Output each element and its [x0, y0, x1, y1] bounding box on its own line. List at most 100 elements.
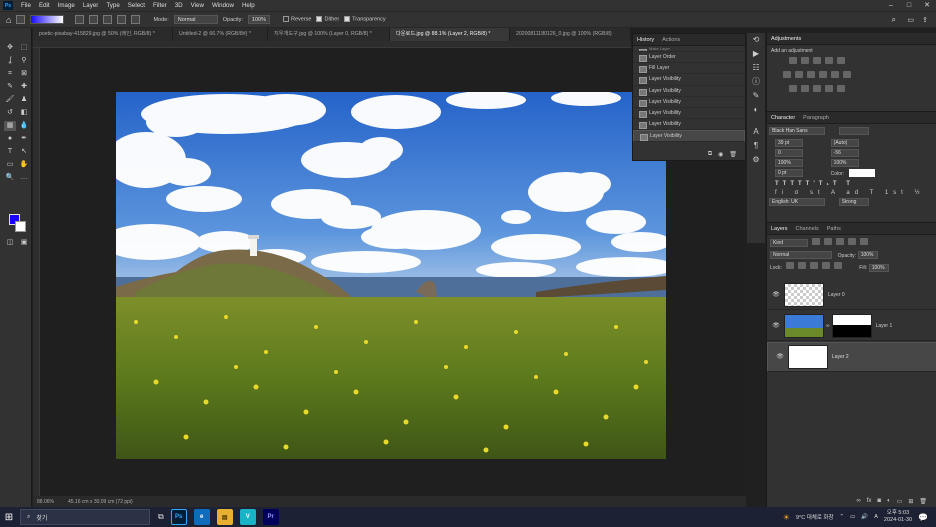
- lock-artboard-icon[interactable]: [821, 262, 830, 270]
- tool-preset-picker[interactable]: [16, 15, 26, 24]
- close-icon[interactable]: ✕: [918, 0, 936, 11]
- frame-tool-icon[interactable]: ⊠: [18, 69, 30, 79]
- font-size-input[interactable]: 39 pt: [775, 139, 803, 147]
- kerning-input[interactable]: 0: [775, 149, 803, 157]
- path-select-icon[interactable]: ↖: [18, 147, 30, 157]
- brush-tool-icon[interactable]: 🖌: [4, 95, 16, 105]
- tab-document-5[interactable]: 20200811180126_0.jpg @ 100% (RGB/8): [510, 28, 631, 41]
- layer-row-selected[interactable]: 👁 Layer 2: [767, 342, 936, 372]
- reverse-option[interactable]: Reverse: [283, 16, 311, 23]
- vertical-scale-input[interactable]: 100%: [775, 159, 803, 167]
- move-tool-icon[interactable]: ✥: [4, 43, 16, 53]
- tab-document-4[interactable]: 다운로드.jpg @ 88.1% (Layer 2, RGB/8) *: [390, 28, 510, 41]
- history-item[interactable]: Layer Order: [633, 52, 745, 64]
- app-v-icon[interactable]: V: [239, 509, 256, 525]
- layer-row[interactable]: 👁 ∞ Layer 1: [767, 311, 936, 341]
- horizontal-scale-input[interactable]: 100%: [830, 159, 859, 167]
- vertical-ruler[interactable]: [33, 48, 40, 496]
- tab-channels[interactable]: Channels: [796, 226, 819, 232]
- gradient-tool-icon[interactable]: ▦: [4, 121, 16, 131]
- layer-row[interactable]: 👁 Layer 0: [767, 280, 936, 310]
- file-explorer-icon[interactable]: ▤: [216, 509, 233, 525]
- bw-icon[interactable]: [807, 71, 815, 78]
- type-tool-icon[interactable]: T: [4, 147, 16, 157]
- blend-mode-select[interactable]: Normal: [770, 251, 832, 260]
- antialias-select[interactable]: Strong: [838, 198, 869, 206]
- smart-filter-icon[interactable]: [859, 238, 868, 245]
- reverse-checkbox[interactable]: [283, 16, 289, 23]
- font-family-select[interactable]: Black Han Sans: [769, 127, 825, 135]
- document-image[interactable]: [116, 92, 666, 459]
- link-layers-icon[interactable]: ∞: [856, 498, 860, 504]
- eraser-tool-icon[interactable]: ◧: [18, 108, 30, 118]
- lock-position-icon[interactable]: [809, 262, 818, 270]
- layer-kind-filter[interactable]: Kind: [770, 239, 808, 248]
- document-size[interactable]: 45.16 cm x 30.09 cm (72 ppi): [68, 499, 133, 505]
- curves-icon[interactable]: [813, 57, 821, 64]
- tab-paragraph[interactable]: Paragraph: [803, 115, 829, 121]
- screen-mode-icon[interactable]: ▣: [18, 238, 30, 248]
- layer-name[interactable]: Layer 2: [832, 353, 849, 361]
- menu-window[interactable]: Window: [208, 2, 238, 9]
- menu-3d[interactable]: 3D: [171, 2, 187, 9]
- history-item[interactable]: Layer Visibility: [633, 97, 745, 108]
- tab-document-2[interactable]: Untitled-2 @ 66.7% (RGB/8#) *: [173, 28, 268, 41]
- history-item[interactable]: Fill Layer: [633, 63, 745, 75]
- delete-layer-icon[interactable]: 🗑: [919, 498, 927, 505]
- zoom-level[interactable]: 88.06%: [37, 499, 54, 505]
- tab-adjustments[interactable]: Adjustments: [771, 36, 801, 42]
- layer-name[interactable]: Layer 1: [876, 323, 893, 329]
- menu-file[interactable]: File: [17, 2, 35, 9]
- dodge-tool-icon[interactable]: ●: [4, 134, 16, 144]
- eye-icon[interactable]: 👁: [771, 291, 781, 298]
- volume-icon[interactable]: 🔊: [861, 514, 868, 520]
- new-group-icon[interactable]: ▭: [897, 498, 903, 505]
- tab-paths[interactable]: Paths: [827, 226, 841, 232]
- shape-tool-icon[interactable]: ▭: [4, 160, 16, 170]
- home-icon[interactable]: ⌂: [6, 15, 11, 25]
- brush-panel-icon[interactable]: ✎: [747, 89, 765, 103]
- hand-tool-icon[interactable]: ✋: [18, 160, 30, 170]
- tab-character[interactable]: Character: [771, 115, 795, 121]
- layer-opacity-input[interactable]: 100%: [857, 251, 878, 260]
- photoshop-taskbar-icon[interactable]: Ps: [170, 509, 187, 525]
- layer-name[interactable]: Layer 0: [828, 292, 845, 298]
- menu-help[interactable]: Help: [238, 2, 259, 9]
- workspace-icon[interactable]: ▭: [907, 16, 914, 24]
- language-select[interactable]: English: UK: [769, 198, 825, 206]
- more-tools-icon[interactable]: …: [18, 173, 30, 183]
- layer-mask-thumbnail[interactable]: [831, 313, 872, 338]
- radial-gradient-icon[interactable]: [89, 15, 99, 24]
- character-panel-icon[interactable]: A: [747, 125, 765, 139]
- search-icon[interactable]: ⌕: [892, 15, 896, 25]
- menu-type[interactable]: Type: [102, 2, 123, 9]
- tab-actions[interactable]: Actions: [662, 37, 680, 43]
- text-style-buttons[interactable]: TTTTT'T₁T T: [767, 178, 936, 190]
- type-filter-icon[interactable]: [835, 238, 844, 245]
- levels-icon[interactable]: [801, 57, 809, 64]
- history-item[interactable]: Layer Visibility: [633, 74, 745, 86]
- adjust-filter-icon[interactable]: [823, 238, 832, 245]
- new-adjustment-icon[interactable]: ◐: [887, 498, 891, 504]
- posterize-icon[interactable]: [801, 85, 809, 92]
- share-icon[interactable]: ⇪: [922, 16, 928, 24]
- new-document-from-state-icon[interactable]: ⧉: [708, 151, 712, 158]
- diamond-gradient-icon[interactable]: [131, 15, 141, 24]
- eyedropper-tool-icon[interactable]: ✎: [4, 82, 16, 92]
- tracking-input[interactable]: -56: [830, 149, 859, 157]
- lock-image-icon[interactable]: [797, 262, 806, 270]
- adjust-panel-icon[interactable]: ◐: [747, 103, 765, 117]
- trash-icon[interactable]: 🗑: [729, 151, 737, 158]
- tab-history[interactable]: History: [637, 37, 654, 43]
- stamp-tool-icon[interactable]: ♟: [18, 95, 30, 105]
- history-brush-icon[interactable]: ↺: [4, 108, 16, 118]
- actions-panel-icon[interactable]: ▶: [747, 47, 765, 61]
- dither-checkbox[interactable]: [316, 16, 323, 23]
- background-color-swatch[interactable]: [15, 221, 26, 232]
- threshold-icon[interactable]: [813, 85, 821, 92]
- hue-sat-icon[interactable]: [783, 71, 791, 78]
- tray-chevron-icon[interactable]: ⌃: [840, 514, 845, 520]
- menu-filter[interactable]: Filter: [149, 2, 171, 9]
- reflected-gradient-icon[interactable]: [117, 15, 127, 24]
- maximize-icon[interactable]: □: [900, 0, 918, 11]
